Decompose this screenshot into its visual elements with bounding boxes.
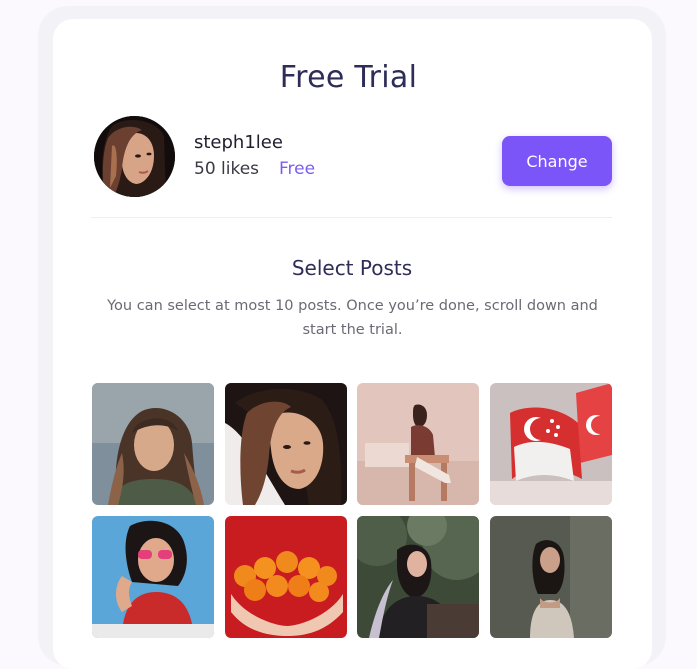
- photo-portrait-woman-icon: [92, 383, 214, 505]
- photo-portrait-closeup-icon: [225, 383, 347, 505]
- post-thumbnail-4[interactable]: [490, 383, 612, 505]
- post-thumbnail-7[interactable]: [357, 516, 479, 638]
- post-thumbnail-5[interactable]: [92, 516, 214, 638]
- likes-count: 50 likes: [194, 159, 260, 179]
- post-thumbnail-1[interactable]: [92, 383, 214, 505]
- post-thumbnail-8[interactable]: [490, 516, 612, 638]
- photo-woman-forest-icon: [357, 516, 479, 638]
- plan-badge: Free: [279, 159, 316, 179]
- post-thumbnail-6[interactable]: [225, 516, 347, 638]
- avatar-image: [94, 116, 175, 197]
- section-title: Select Posts: [291, 256, 413, 280]
- post-thumbnail-3[interactable]: [357, 383, 479, 505]
- photo-woman-sunglasses-icon: [92, 516, 214, 638]
- photo-singapore-flags-icon: [490, 383, 612, 505]
- username: steph1lee: [194, 132, 283, 153]
- post-thumbnail-2[interactable]: [225, 383, 347, 505]
- change-button[interactable]: Change: [502, 136, 612, 186]
- page-title: Free Trial: [279, 60, 418, 95]
- section-description: You can select at most 10 posts. Once yo…: [107, 298, 598, 338]
- avatar: [94, 116, 175, 197]
- photo-woman-wall-icon: [490, 516, 612, 638]
- divider: [91, 217, 612, 218]
- photo-woman-seated-icon: [357, 383, 479, 505]
- photo-oranges-in-hands-icon: [225, 516, 347, 638]
